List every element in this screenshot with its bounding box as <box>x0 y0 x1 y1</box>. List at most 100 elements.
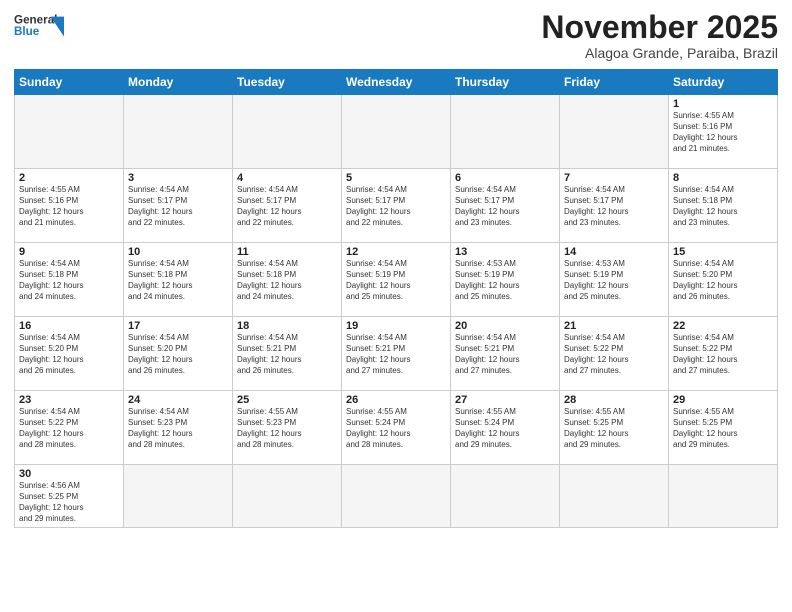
calendar-cell: 6Sunrise: 4:54 AMSunset: 5:17 PMDaylight… <box>451 169 560 243</box>
calendar-cell: 15Sunrise: 4:54 AMSunset: 5:20 PMDayligh… <box>669 243 778 317</box>
day-number: 11 <box>237 246 337 258</box>
header: General Blue November 2025 Alagoa Grande… <box>14 10 778 61</box>
day-info: Sunrise: 4:54 AMSunset: 5:18 PMDaylight:… <box>673 185 773 228</box>
day-number: 10 <box>128 246 228 258</box>
calendar-cell: 22Sunrise: 4:54 AMSunset: 5:22 PMDayligh… <box>669 317 778 391</box>
day-info: Sunrise: 4:55 AMSunset: 5:23 PMDaylight:… <box>237 407 337 450</box>
calendar-cell <box>560 465 669 528</box>
logo: General Blue <box>14 10 64 50</box>
calendar-cell <box>342 465 451 528</box>
day-info: Sunrise: 4:54 AMSunset: 5:21 PMDaylight:… <box>346 333 446 376</box>
calendar-cell: 10Sunrise: 4:54 AMSunset: 5:18 PMDayligh… <box>124 243 233 317</box>
day-info: Sunrise: 4:54 AMSunset: 5:21 PMDaylight:… <box>237 333 337 376</box>
day-info: Sunrise: 4:54 AMSunset: 5:22 PMDaylight:… <box>673 333 773 376</box>
calendar-header-row: SundayMondayTuesdayWednesdayThursdayFrid… <box>15 70 778 95</box>
day-number: 7 <box>564 172 664 184</box>
day-info: Sunrise: 4:55 AMSunset: 5:25 PMDaylight:… <box>673 407 773 450</box>
calendar-week-row: 16Sunrise: 4:54 AMSunset: 5:20 PMDayligh… <box>15 317 778 391</box>
calendar-week-row: 23Sunrise: 4:54 AMSunset: 5:22 PMDayligh… <box>15 391 778 465</box>
calendar-cell: 18Sunrise: 4:54 AMSunset: 5:21 PMDayligh… <box>233 317 342 391</box>
svg-text:Blue: Blue <box>14 25 40 38</box>
day-number: 14 <box>564 246 664 258</box>
day-number: 24 <box>128 394 228 406</box>
day-number: 17 <box>128 320 228 332</box>
day-number: 4 <box>237 172 337 184</box>
day-info: Sunrise: 4:53 AMSunset: 5:19 PMDaylight:… <box>564 259 664 302</box>
calendar-cell: 13Sunrise: 4:53 AMSunset: 5:19 PMDayligh… <box>451 243 560 317</box>
calendar-cell <box>124 465 233 528</box>
page: General Blue November 2025 Alagoa Grande… <box>0 0 792 612</box>
calendar-header-saturday: Saturday <box>669 70 778 95</box>
calendar-cell: 14Sunrise: 4:53 AMSunset: 5:19 PMDayligh… <box>560 243 669 317</box>
calendar-header-thursday: Thursday <box>451 70 560 95</box>
calendar-cell <box>233 465 342 528</box>
calendar-cell <box>342 95 451 169</box>
calendar-cell <box>124 95 233 169</box>
day-info: Sunrise: 4:54 AMSunset: 5:20 PMDaylight:… <box>128 333 228 376</box>
location-title: Alagoa Grande, Paraiba, Brazil <box>541 45 778 61</box>
day-number: 16 <box>19 320 119 332</box>
calendar-cell: 2Sunrise: 4:55 AMSunset: 5:16 PMDaylight… <box>15 169 124 243</box>
calendar-cell: 8Sunrise: 4:54 AMSunset: 5:18 PMDaylight… <box>669 169 778 243</box>
day-info: Sunrise: 4:55 AMSunset: 5:16 PMDaylight:… <box>673 111 773 154</box>
day-number: 29 <box>673 394 773 406</box>
day-number: 3 <box>128 172 228 184</box>
calendar-header-tuesday: Tuesday <box>233 70 342 95</box>
day-number: 26 <box>346 394 446 406</box>
calendar-cell <box>233 95 342 169</box>
day-info: Sunrise: 4:55 AMSunset: 5:24 PMDaylight:… <box>346 407 446 450</box>
calendar-cell: 30Sunrise: 4:56 AMSunset: 5:25 PMDayligh… <box>15 465 124 528</box>
calendar-cell: 16Sunrise: 4:54 AMSunset: 5:20 PMDayligh… <box>15 317 124 391</box>
day-info: Sunrise: 4:54 AMSunset: 5:18 PMDaylight:… <box>128 259 228 302</box>
calendar-cell: 26Sunrise: 4:55 AMSunset: 5:24 PMDayligh… <box>342 391 451 465</box>
calendar-cell: 1Sunrise: 4:55 AMSunset: 5:16 PMDaylight… <box>669 95 778 169</box>
calendar-cell <box>15 95 124 169</box>
day-info: Sunrise: 4:54 AMSunset: 5:23 PMDaylight:… <box>128 407 228 450</box>
day-info: Sunrise: 4:54 AMSunset: 5:20 PMDaylight:… <box>19 333 119 376</box>
calendar-cell <box>560 95 669 169</box>
calendar-cell <box>451 465 560 528</box>
calendar-cell: 29Sunrise: 4:55 AMSunset: 5:25 PMDayligh… <box>669 391 778 465</box>
calendar-cell: 28Sunrise: 4:55 AMSunset: 5:25 PMDayligh… <box>560 391 669 465</box>
day-number: 13 <box>455 246 555 258</box>
calendar-cell: 17Sunrise: 4:54 AMSunset: 5:20 PMDayligh… <box>124 317 233 391</box>
calendar-week-row: 2Sunrise: 4:55 AMSunset: 5:16 PMDaylight… <box>15 169 778 243</box>
day-number: 25 <box>237 394 337 406</box>
day-number: 5 <box>346 172 446 184</box>
day-info: Sunrise: 4:54 AMSunset: 5:17 PMDaylight:… <box>455 185 555 228</box>
calendar-cell: 11Sunrise: 4:54 AMSunset: 5:18 PMDayligh… <box>233 243 342 317</box>
day-info: Sunrise: 4:54 AMSunset: 5:22 PMDaylight:… <box>19 407 119 450</box>
day-number: 1 <box>673 98 773 110</box>
day-info: Sunrise: 4:56 AMSunset: 5:25 PMDaylight:… <box>19 481 119 524</box>
calendar-cell: 24Sunrise: 4:54 AMSunset: 5:23 PMDayligh… <box>124 391 233 465</box>
calendar-week-row: 9Sunrise: 4:54 AMSunset: 5:18 PMDaylight… <box>15 243 778 317</box>
calendar: SundayMondayTuesdayWednesdayThursdayFrid… <box>14 69 778 528</box>
calendar-week-row: 1Sunrise: 4:55 AMSunset: 5:16 PMDaylight… <box>15 95 778 169</box>
calendar-cell: 20Sunrise: 4:54 AMSunset: 5:21 PMDayligh… <box>451 317 560 391</box>
day-number: 30 <box>19 468 119 480</box>
calendar-cell: 4Sunrise: 4:54 AMSunset: 5:17 PMDaylight… <box>233 169 342 243</box>
day-info: Sunrise: 4:54 AMSunset: 5:18 PMDaylight:… <box>19 259 119 302</box>
day-info: Sunrise: 4:55 AMSunset: 5:25 PMDaylight:… <box>564 407 664 450</box>
calendar-header-wednesday: Wednesday <box>342 70 451 95</box>
day-info: Sunrise: 4:54 AMSunset: 5:21 PMDaylight:… <box>455 333 555 376</box>
day-info: Sunrise: 4:53 AMSunset: 5:19 PMDaylight:… <box>455 259 555 302</box>
day-number: 28 <box>564 394 664 406</box>
day-info: Sunrise: 4:55 AMSunset: 5:16 PMDaylight:… <box>19 185 119 228</box>
day-info: Sunrise: 4:54 AMSunset: 5:17 PMDaylight:… <box>237 185 337 228</box>
calendar-cell: 21Sunrise: 4:54 AMSunset: 5:22 PMDayligh… <box>560 317 669 391</box>
day-number: 15 <box>673 246 773 258</box>
logo-icon: General Blue <box>14 10 64 50</box>
day-number: 21 <box>564 320 664 332</box>
day-info: Sunrise: 4:55 AMSunset: 5:24 PMDaylight:… <box>455 407 555 450</box>
calendar-cell: 5Sunrise: 4:54 AMSunset: 5:17 PMDaylight… <box>342 169 451 243</box>
day-number: 12 <box>346 246 446 258</box>
day-info: Sunrise: 4:54 AMSunset: 5:17 PMDaylight:… <box>564 185 664 228</box>
day-number: 20 <box>455 320 555 332</box>
day-number: 22 <box>673 320 773 332</box>
day-info: Sunrise: 4:54 AMSunset: 5:17 PMDaylight:… <box>346 185 446 228</box>
calendar-header-friday: Friday <box>560 70 669 95</box>
day-number: 18 <box>237 320 337 332</box>
title-block: November 2025 Alagoa Grande, Paraiba, Br… <box>541 10 778 61</box>
day-number: 23 <box>19 394 119 406</box>
